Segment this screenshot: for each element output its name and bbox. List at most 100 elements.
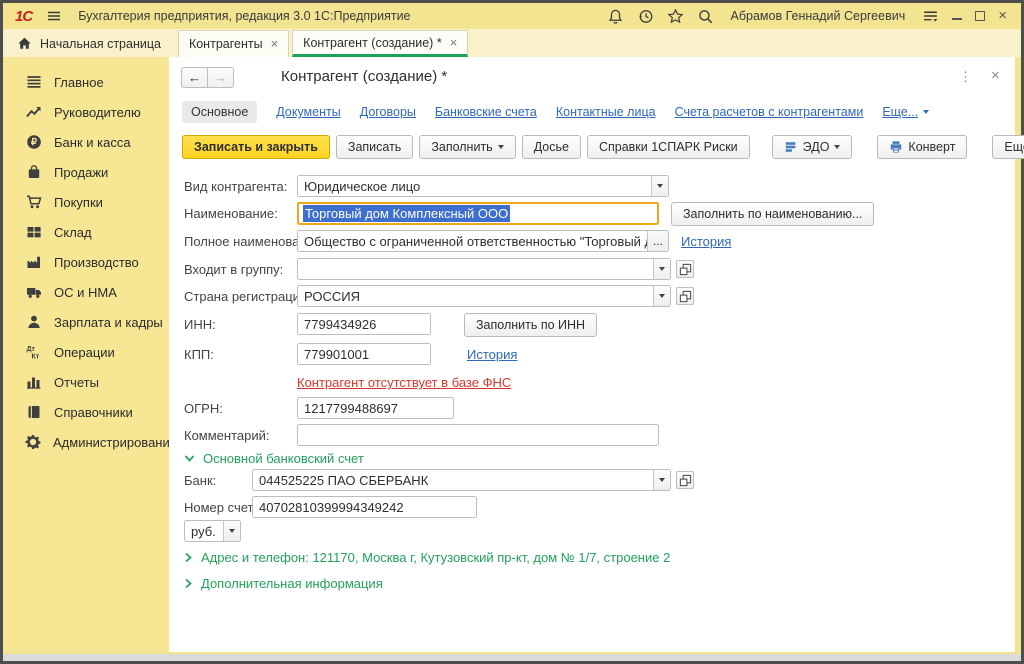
book-icon [25,404,42,420]
printer-icon [889,140,903,154]
field-label: ИНН: [184,317,216,332]
nav-kontaktnye-lica[interactable]: Контактные лица [556,105,656,119]
tab-kontragent-create[interactable]: Контрагент (создание) * × [292,30,468,57]
svg-text:Дт: Дт [26,346,35,353]
spark-button[interactable]: Справки 1СПАРК Риски [587,135,750,159]
panel-menu-icon[interactable]: ⋮ [959,69,972,85]
notifications-bell-icon[interactable] [607,8,624,25]
dossier-button[interactable]: Досье [522,135,581,159]
bank-select[interactable]: 044525225 ПАО СБЕРБАНК [252,469,671,491]
extra-section-toggle[interactable]: Дополнительная информация [184,576,383,591]
trend-chart-icon [25,104,42,120]
more-dropdown-button[interactable]: Еще [992,135,1024,159]
bank-section-toggle[interactable]: Основной банковский счет [184,451,364,466]
tab-home[interactable]: Начальная страница [11,30,175,57]
inn-input[interactable] [297,313,431,335]
group-open-button[interactable] [676,260,694,278]
search-icon[interactable] [697,8,714,25]
address-section-toggle[interactable]: Адрес и телефон: 121170, Москва г, Кутуз… [184,550,670,565]
sidebar-item-sklad[interactable]: Склад [3,217,169,247]
fns-warning-link[interactable]: Контрагент отсутствует в базе ФНС [297,375,511,390]
nav-more[interactable]: Еще... [882,105,929,119]
dropdown-arrow-icon[interactable] [653,470,670,490]
sidebar-item-administrirovanie[interactable]: Администрирование [3,427,169,457]
full-name-input[interactable]: Общество с ограниченной ответственностью… [297,230,669,252]
panel-close-icon[interactable]: × [991,67,1000,84]
field-row-ogrn: ОГРН: [184,397,1004,419]
more-label: Еще [1004,140,1024,154]
ruble-circle-icon: ₽ [25,134,42,150]
save-button[interactable]: Записать [336,135,413,159]
account-input[interactable] [252,496,477,518]
dropdown-arrow-icon[interactable] [651,176,668,196]
sidebar-item-prodazhi[interactable]: Продажи [3,157,169,187]
kind-select[interactable]: Юридическое лицо [297,175,669,197]
nav-scheta-raschetov[interactable]: Счета расчетов с контрагентами [675,105,864,119]
minimize-button[interactable] [952,18,962,20]
kpp-history-link[interactable]: История [467,347,517,362]
nav-dokumenty[interactable]: Документы [276,105,340,119]
tab-label: Контрагенты [189,37,263,51]
chevron-right-icon [184,578,193,589]
sidebar-item-spravochniki[interactable]: Справочники [3,397,169,427]
fill-by-inn-button[interactable]: Заполнить по ИНН [464,313,597,337]
country-select[interactable]: РОССИЯ [297,285,671,307]
name-input[interactable]: Торговый дом Комплексный ООО [297,202,659,225]
fill-by-name-button[interactable]: Заполнить по наименованию... [671,202,874,226]
country-open-button[interactable] [676,287,694,305]
service-menu-icon[interactable] [922,8,939,25]
envelope-label: Конверт [908,140,955,154]
sidebar-item-label: Покупки [54,195,103,210]
kpp-input[interactable] [297,343,431,365]
save-and-close-button[interactable]: Записать и закрыть [182,135,330,159]
extra-section-title: Дополнительная информация [201,576,383,591]
sidebar-item-operacii[interactable]: ДтКт Операции [3,337,169,367]
full-name-history-link[interactable]: История [681,234,731,249]
maximize-button[interactable] [975,11,985,21]
nav-osnovnoe[interactable]: Основное [182,101,257,123]
sidebar-item-label: Главное [54,75,104,90]
history-icon[interactable] [637,8,654,25]
currency-select[interactable]: руб. [184,520,241,542]
nav-bankovskie-scheta[interactable]: Банковские счета [435,105,537,119]
tab-close-icon[interactable]: × [271,39,279,49]
truck-icon [25,284,42,300]
tab-kontragenty[interactable]: Контрагенты × [178,30,289,57]
name-selected-text: Торговый дом Комплексный ООО [303,205,510,222]
extra-section-header: Дополнительная информация [184,574,1004,596]
field-row-name: Наименование: Торговый дом Комплексный О… [184,202,1004,224]
bank-section-title: Основной банковский счет [203,451,364,466]
sidebar-item-otchety[interactable]: Отчеты [3,367,169,397]
dropdown-arrow-icon[interactable] [223,521,240,541]
sidebar-item-zarplata-i-kadry[interactable]: Зарплата и кадры [3,307,169,337]
comment-input[interactable] [297,424,659,446]
envelope-print-button[interactable]: Конверт [877,135,967,159]
fill-dropdown-button[interactable]: Заполнить [419,135,515,159]
page-title: Контрагент (создание) * [281,68,447,85]
ogrn-input[interactable] [297,397,454,419]
1c-logo-icon: 1С [15,8,32,25]
nav-dogovory[interactable]: Договоры [360,105,416,119]
sidebar-item-pokupki[interactable]: Покупки [3,187,169,217]
bank-value: 044525225 ПАО СБЕРБАНК [253,470,653,490]
sidebar-item-glavnoe[interactable]: Главное [3,67,169,97]
dropdown-arrow-icon[interactable] [653,286,670,306]
sidebar-item-bank-i-kassa[interactable]: ₽ Банк и касса [3,127,169,157]
dropdown-arrow-icon[interactable] [653,259,670,279]
current-user[interactable]: Абрамов Геннадий Сергеевич [731,9,906,23]
back-button[interactable]: ← [181,67,208,88]
field-row-country: Страна регистрации: РОССИЯ [184,285,1004,307]
forward-button[interactable]: → [207,67,234,88]
close-window-button[interactable]: × [998,11,1007,21]
ellipsis-button[interactable]: ... [647,231,668,251]
sidebar-item-proizvodstvo[interactable]: Производство [3,247,169,277]
field-label: КПП: [184,347,214,362]
bank-open-button[interactable] [676,471,694,489]
main-menu-icon[interactable] [46,8,62,24]
tab-close-icon[interactable]: × [450,38,458,48]
sidebar-item-rukovoditelyu[interactable]: Руководителю [3,97,169,127]
edo-dropdown-button[interactable]: ЭДО [772,135,853,159]
favorites-star-icon[interactable] [667,8,684,25]
group-select[interactable] [297,258,671,280]
sidebar-item-os-i-nma[interactable]: ОС и НМА [3,277,169,307]
